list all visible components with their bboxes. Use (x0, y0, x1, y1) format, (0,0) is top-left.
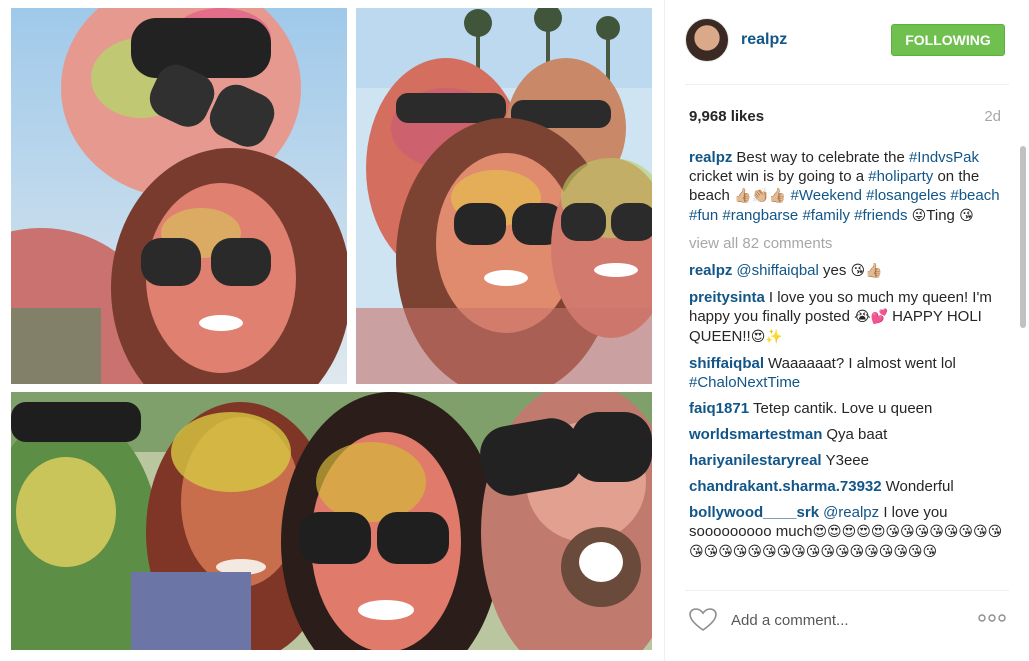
comment-username[interactable]: chandrakant.sharma.73932 (689, 478, 882, 495)
following-button[interactable]: FOLLOWING (891, 24, 1005, 56)
comment-item: hariyanilestaryreal Y3eee (689, 451, 1011, 470)
more-options-icon[interactable] (977, 612, 1007, 624)
comment-item: chandrakant.sharma.73932 Wonderful (689, 477, 1011, 496)
holi-photo-bottom[interactable] (11, 392, 652, 650)
hashtag-link[interactable]: #beach (950, 187, 999, 204)
comment-text: yes (818, 262, 851, 279)
emoji: 😜 (911, 208, 927, 224)
hashtag-link[interactable]: @shiffaiqbal (736, 262, 819, 279)
comment-item: bollywood____srk @realpz I love you soooo… (689, 503, 1011, 562)
comment-items: realpz @shiffaiqbal yes 😘👍🏼 preitysinta I l… (689, 261, 1011, 562)
add-comment-input[interactable] (731, 610, 961, 630)
comment-text: Ting (926, 207, 960, 224)
comments-scrollbar[interactable] (1019, 146, 1027, 583)
comment-text: Qya baat (826, 426, 888, 443)
view-all-comments-link[interactable]: view all 82 comments (689, 234, 1011, 253)
comment-text: Y3eee (825, 452, 869, 469)
hashtag-link[interactable]: #friends (854, 207, 907, 224)
emoji: 😘👍🏼 (850, 263, 883, 279)
holi-photo-top-left[interactable] (11, 8, 347, 384)
comment-item: preitysinta I love you so much my queen! … (689, 288, 1011, 347)
comment-username[interactable]: hariyanilestaryreal (689, 452, 822, 469)
comment-username[interactable]: realpz (689, 262, 732, 279)
comment-item: realpz @shiffaiqbal yes 😘👍🏼 (689, 261, 1011, 281)
header-divider (685, 84, 1009, 85)
likes-count[interactable]: 9,968 likes (689, 108, 764, 125)
holi-photo-top-right[interactable] (356, 8, 652, 384)
comment-item: shiffaiqbal Waaaaaat? I almost went lol #… (689, 354, 1011, 392)
post-username[interactable]: realpz (741, 31, 787, 49)
comment-username[interactable]: realpz (689, 149, 732, 166)
comment-username[interactable]: faiq1871 (689, 400, 749, 417)
hashtag-link[interactable]: #fun (689, 207, 718, 224)
comments-list[interactable]: realpz Best way to celebrate the #IndvsPa… (689, 148, 1011, 583)
hashtag-link[interactable]: #holiparty (868, 168, 933, 185)
emoji: 😘 (959, 208, 974, 224)
comment-text: Best way to celebrate the (736, 149, 909, 166)
comment-username[interactable]: bollywood____srk (689, 504, 819, 521)
hashtag-link[interactable]: #IndvsPak (909, 149, 979, 166)
emoji: 👍🏼👏🏼👍🏼 (734, 188, 787, 204)
comment-username[interactable]: worldsmartestman (689, 426, 822, 443)
emoji: 😍✨ (750, 329, 783, 345)
post-age[interactable]: 2d (984, 108, 1001, 125)
comment-username[interactable]: preitysinta (689, 289, 765, 306)
hashtag-link[interactable]: @realpz (823, 504, 879, 521)
comment-item: faiq1871 Tetep cantik. Love u queen (689, 399, 1011, 418)
comment-text: Wonderful (885, 478, 954, 495)
hashtag-link[interactable]: #Weekend (791, 187, 862, 204)
heart-icon[interactable] (689, 608, 717, 632)
comment-username[interactable]: shiffaiqbal (689, 355, 764, 372)
hashtag-link[interactable]: #losangeles (866, 187, 946, 204)
emoji: 😭💕 (854, 309, 888, 325)
footer-divider (685, 590, 1009, 591)
hashtag-link[interactable]: #family (802, 207, 850, 224)
avatar[interactable] (685, 18, 729, 62)
post-media[interactable] (0, 0, 664, 661)
comment-text: cricket win is by going to a (689, 168, 869, 185)
post-header: realpz FOLLOWING (685, 18, 1005, 66)
hashtag-link[interactable]: #rangbarse (722, 207, 798, 224)
caption: realpz Best way to celebrate the #IndvsPa… (689, 148, 1011, 226)
hashtag-link[interactable]: #ChaloNextTime (689, 374, 800, 391)
comment-text: Waaaaaat? I almost went lol (768, 355, 956, 372)
scrollbar-thumb[interactable] (1020, 146, 1026, 328)
comment-text: Tetep cantik. Love u queen (753, 400, 933, 417)
comment-item: worldsmartestman Qya baat (689, 425, 1011, 444)
post-side-panel: realpz FOLLOWING 9,968 likes 2d realpz Be… (664, 0, 1029, 661)
